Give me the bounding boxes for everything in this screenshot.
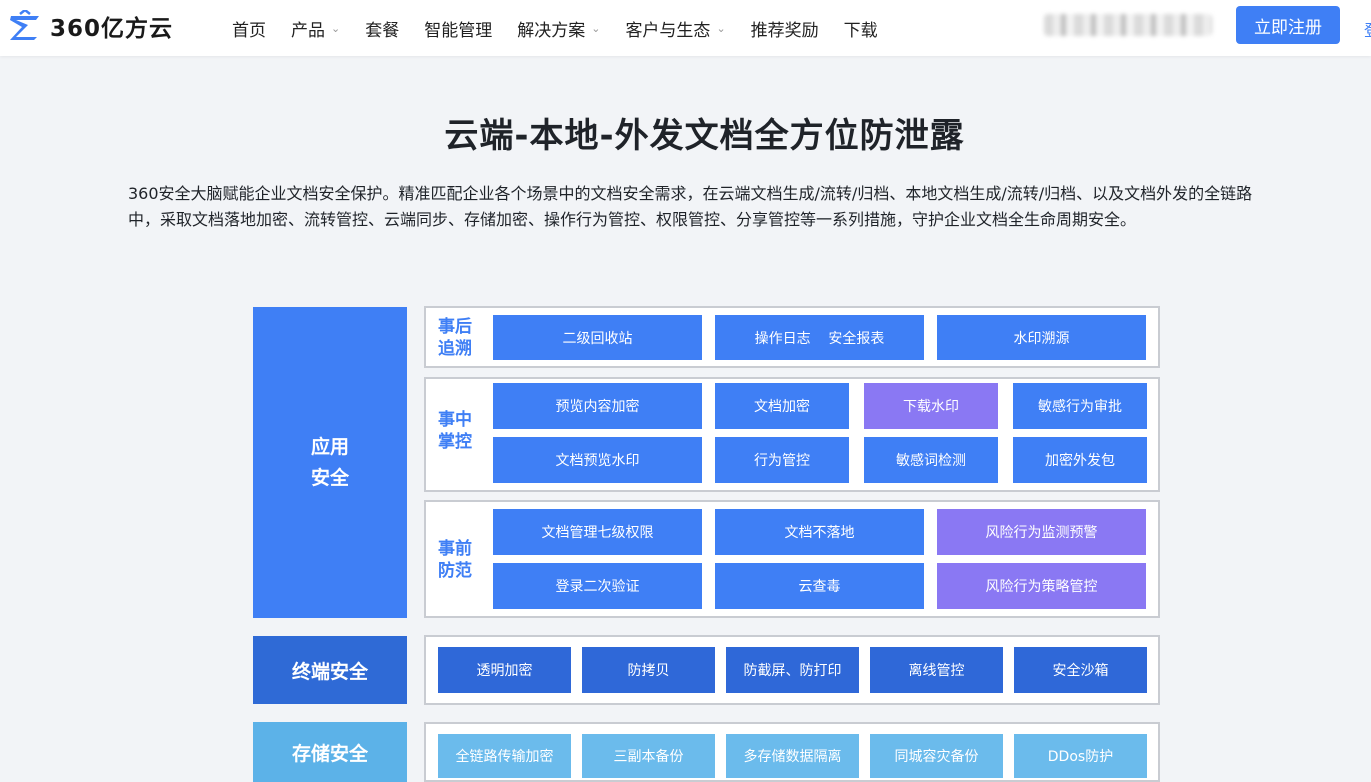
feature-cell[interactable]: 防截屏、防打印 <box>726 647 859 693</box>
feature-cell[interactable]: 文档加密 <box>715 383 849 429</box>
phase-label-before: 事前 防范 <box>438 538 472 582</box>
feature-cell[interactable]: DDos防护 <box>1014 734 1147 778</box>
phase-label-line: 事后 <box>438 317 472 337</box>
feature-cell[interactable]: 预览内容加密 <box>493 383 702 429</box>
feature-cell[interactable]: 风险行为策略管控 <box>937 563 1146 609</box>
security-architecture-diagram: 应用 安全 事后 追溯 二级回收站 操作日志 安全报表 水印溯源 事中 掌控 预… <box>0 0 1371 782</box>
phase-label-line: 事中 <box>438 410 472 430</box>
feature-cell[interactable]: 安全沙箱 <box>1014 647 1147 693</box>
feature-cell[interactable]: 透明加密 <box>438 647 571 693</box>
feature-cell[interactable]: 风险行为监测预警 <box>937 509 1146 555</box>
feature-cell[interactable]: 三副本备份 <box>582 734 715 778</box>
phase-label-line: 防范 <box>438 561 472 581</box>
feature-cell[interactable]: 加密外发包 <box>1013 437 1147 483</box>
feature-cell[interactable]: 文档不落地 <box>715 509 924 555</box>
category-storage-security: 存储安全 <box>253 722 407 782</box>
phase-label-after: 事后 追溯 <box>438 316 472 360</box>
phase-label-line: 追溯 <box>438 339 472 359</box>
feature-cell[interactable]: 下载水印 <box>864 383 998 429</box>
category-terminal-security: 终端安全 <box>253 636 407 704</box>
category-label-line: 应用 <box>310 435 349 458</box>
feature-cell[interactable]: 同城容灾备份 <box>870 734 1003 778</box>
phase-label-line: 掌控 <box>438 432 472 452</box>
category-app-security: 应用 安全 <box>253 307 407 618</box>
phase-label-during: 事中 掌控 <box>438 409 472 453</box>
feature-cell[interactable]: 文档预览水印 <box>493 437 702 483</box>
feature-cell[interactable]: 登录二次验证 <box>493 563 702 609</box>
feature-cell[interactable]: 敏感行为审批 <box>1013 383 1147 429</box>
phase-label-line: 事前 <box>438 539 472 559</box>
feature-cell[interactable]: 行为管控 <box>715 437 849 483</box>
category-label-line: 安全 <box>310 466 349 489</box>
feature-cell[interactable]: 水印溯源 <box>937 315 1146 360</box>
feature-cell[interactable]: 防拷贝 <box>582 647 715 693</box>
feature-cell[interactable]: 云查毒 <box>715 563 924 609</box>
feature-cell[interactable]: 全链路传输加密 <box>438 734 571 778</box>
feature-cell[interactable]: 多存储数据隔离 <box>726 734 859 778</box>
feature-cell[interactable]: 文档管理七级权限 <box>493 509 702 555</box>
feature-cell[interactable]: 操作日志 安全报表 <box>715 315 924 360</box>
feature-cell[interactable]: 二级回收站 <box>493 315 702 360</box>
feature-cell[interactable]: 离线管控 <box>870 647 1003 693</box>
feature-cell[interactable]: 敏感词检测 <box>864 437 998 483</box>
